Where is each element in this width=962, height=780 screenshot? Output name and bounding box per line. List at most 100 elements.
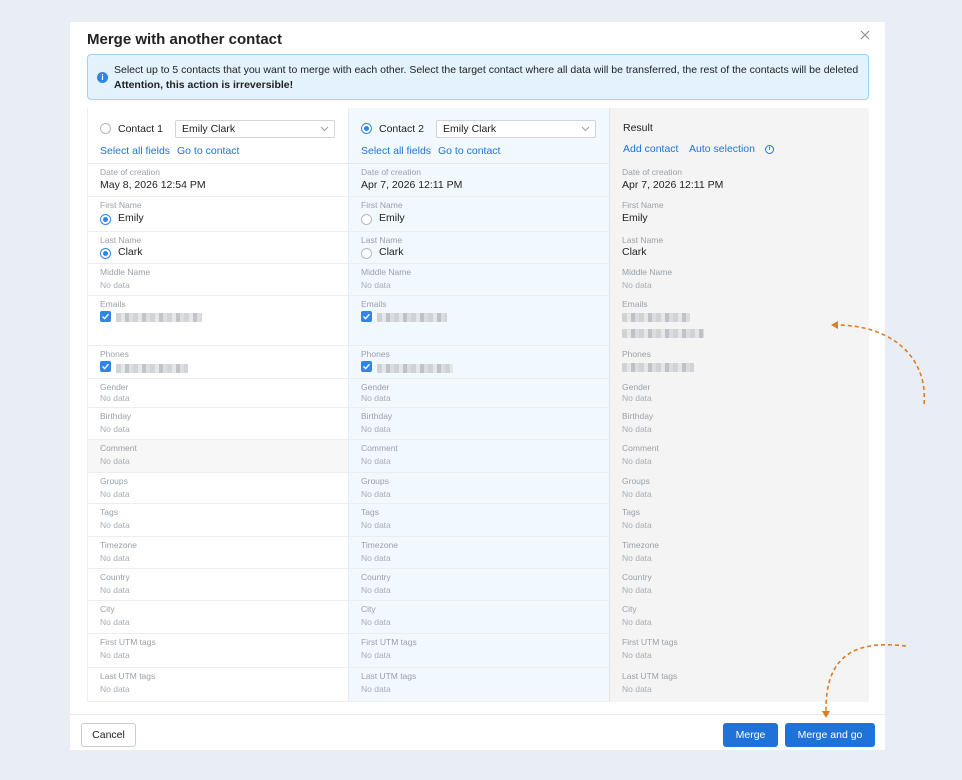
row-first-name: First Name Emily bbox=[349, 197, 609, 232]
row-birthday: Birthday No data bbox=[88, 408, 348, 440]
contact-1-target-radio[interactable] bbox=[100, 123, 111, 134]
contact-2-go-to-link[interactable]: Go to contact bbox=[438, 145, 500, 157]
redacted-phone bbox=[116, 364, 188, 373]
field-label: Gender bbox=[100, 382, 129, 392]
field-label: Tags bbox=[100, 507, 118, 517]
field-label: Emails bbox=[100, 299, 126, 309]
field-label: Groups bbox=[361, 476, 389, 486]
field-label: Gender bbox=[361, 382, 390, 392]
field-value: Clark bbox=[379, 246, 404, 258]
field-no-data: No data bbox=[361, 424, 391, 434]
notice-description: Select up to 5 contacts that you want to… bbox=[114, 64, 859, 76]
field-label: Emails bbox=[361, 299, 387, 309]
field-label: Gender bbox=[622, 382, 651, 392]
last-name-radio[interactable] bbox=[100, 248, 111, 259]
field-label: Middle Name bbox=[361, 267, 412, 277]
field-label: Country bbox=[100, 572, 130, 582]
row-last-utm: Last UTM tags No data bbox=[349, 668, 609, 702]
field-label: Emails bbox=[622, 299, 648, 309]
field-label: Groups bbox=[622, 476, 650, 486]
row-country: Country No data bbox=[88, 569, 348, 601]
field-label: Last UTM tags bbox=[100, 671, 156, 681]
field-value: May 8, 2026 12:54 PM bbox=[100, 179, 206, 191]
row-first-name: First Name Emily bbox=[88, 197, 348, 232]
auto-selection-link[interactable]: Auto selection bbox=[689, 143, 755, 155]
field-no-data: No data bbox=[100, 585, 130, 595]
field-value: Emily bbox=[379, 212, 405, 224]
field-label: First Name bbox=[361, 200, 403, 210]
redacted-email bbox=[377, 313, 447, 322]
field-no-data: No data bbox=[622, 617, 652, 627]
contact-2-column: Contact 2 Emily Clark Select all fields … bbox=[348, 108, 609, 702]
field-no-data: No data bbox=[100, 650, 130, 660]
row-middle-name: Middle Name No data bbox=[349, 264, 609, 296]
contact-2-header: Contact 2 Emily Clark Select all fields … bbox=[349, 108, 609, 164]
info-icon[interactable]: i bbox=[765, 145, 774, 154]
contact-1-select-value: Emily Clark bbox=[182, 123, 236, 135]
email-checkbox[interactable] bbox=[361, 311, 372, 322]
field-no-data: No data bbox=[100, 393, 130, 403]
row-city: City No data bbox=[610, 601, 869, 634]
field-label: Date of creation bbox=[361, 167, 422, 177]
field-label: City bbox=[361, 604, 376, 614]
close-icon[interactable] bbox=[857, 27, 873, 43]
field-label: Last UTM tags bbox=[361, 671, 417, 681]
row-first-name: First Name Emily bbox=[610, 197, 869, 232]
field-value: Clark bbox=[622, 246, 647, 258]
row-date-of-creation: Date of creation Apr 7, 2026 12:11 PM bbox=[349, 164, 609, 197]
field-no-data: No data bbox=[622, 520, 652, 530]
contact-1-select[interactable]: Emily Clark bbox=[175, 120, 335, 138]
contact-2-target-radio[interactable] bbox=[361, 123, 372, 134]
dialog-footer: Cancel Merge Merge and go bbox=[70, 714, 885, 750]
field-no-data: No data bbox=[361, 617, 391, 627]
phone-checkbox[interactable] bbox=[361, 361, 372, 372]
row-middle-name: Middle Name No data bbox=[88, 264, 348, 296]
contact-1-select-all-link[interactable]: Select all fields bbox=[100, 145, 170, 157]
add-contact-link[interactable]: Add contact bbox=[623, 143, 678, 155]
field-value: Apr 7, 2026 12:11 PM bbox=[622, 179, 724, 191]
notice-text: Select up to 5 contacts that you want to… bbox=[114, 63, 858, 93]
field-no-data: No data bbox=[622, 456, 652, 466]
field-no-data: No data bbox=[361, 489, 391, 499]
contact-1-go-to-link[interactable]: Go to contact bbox=[177, 145, 239, 157]
field-label: Date of creation bbox=[100, 167, 161, 177]
field-no-data: No data bbox=[100, 684, 130, 694]
row-last-name: Last Name Clark bbox=[88, 232, 348, 264]
info-icon: i bbox=[97, 72, 108, 83]
redacted-phone bbox=[377, 364, 453, 373]
contact-1-label: Contact 1 bbox=[118, 123, 163, 135]
last-name-radio[interactable] bbox=[361, 248, 372, 259]
merge-and-go-button[interactable]: Merge and go bbox=[785, 723, 875, 747]
field-label: Tags bbox=[622, 507, 640, 517]
row-gender: Gender No data bbox=[88, 379, 348, 408]
row-country: Country No data bbox=[349, 569, 609, 601]
email-checkbox[interactable] bbox=[100, 311, 111, 322]
row-birthday: Birthday No data bbox=[349, 408, 609, 440]
row-middle-name: Middle Name No data bbox=[610, 264, 869, 296]
row-city: City No data bbox=[349, 601, 609, 634]
field-no-data: No data bbox=[361, 456, 391, 466]
cancel-button[interactable]: Cancel bbox=[81, 723, 136, 747]
field-no-data: No data bbox=[622, 585, 652, 595]
row-last-name: Last Name Clark bbox=[610, 232, 869, 264]
row-gender: Gender No data bbox=[610, 379, 869, 408]
row-comment: Comment No data bbox=[88, 440, 348, 473]
row-groups: Groups No data bbox=[349, 473, 609, 504]
merge-grid: Contact 1 Emily Clark Select all fields … bbox=[87, 108, 869, 702]
field-no-data: No data bbox=[100, 489, 130, 499]
phone-checkbox[interactable] bbox=[100, 361, 111, 372]
contact-2-select[interactable]: Emily Clark bbox=[436, 120, 596, 138]
field-no-data: No data bbox=[100, 424, 130, 434]
checkmark-icon bbox=[102, 313, 110, 320]
first-name-radio[interactable] bbox=[100, 214, 111, 225]
row-last-utm: Last UTM tags No data bbox=[610, 668, 869, 702]
checkmark-icon bbox=[363, 363, 371, 370]
field-label: Middle Name bbox=[100, 267, 151, 277]
field-no-data: No data bbox=[361, 280, 391, 290]
merge-button[interactable]: Merge bbox=[723, 723, 778, 747]
contact-2-select-all-link[interactable]: Select all fields bbox=[361, 145, 431, 157]
first-name-radio[interactable] bbox=[361, 214, 372, 225]
row-birthday: Birthday No data bbox=[610, 408, 869, 440]
row-timezone: Timezone No data bbox=[349, 537, 609, 569]
redacted-email bbox=[622, 313, 690, 322]
